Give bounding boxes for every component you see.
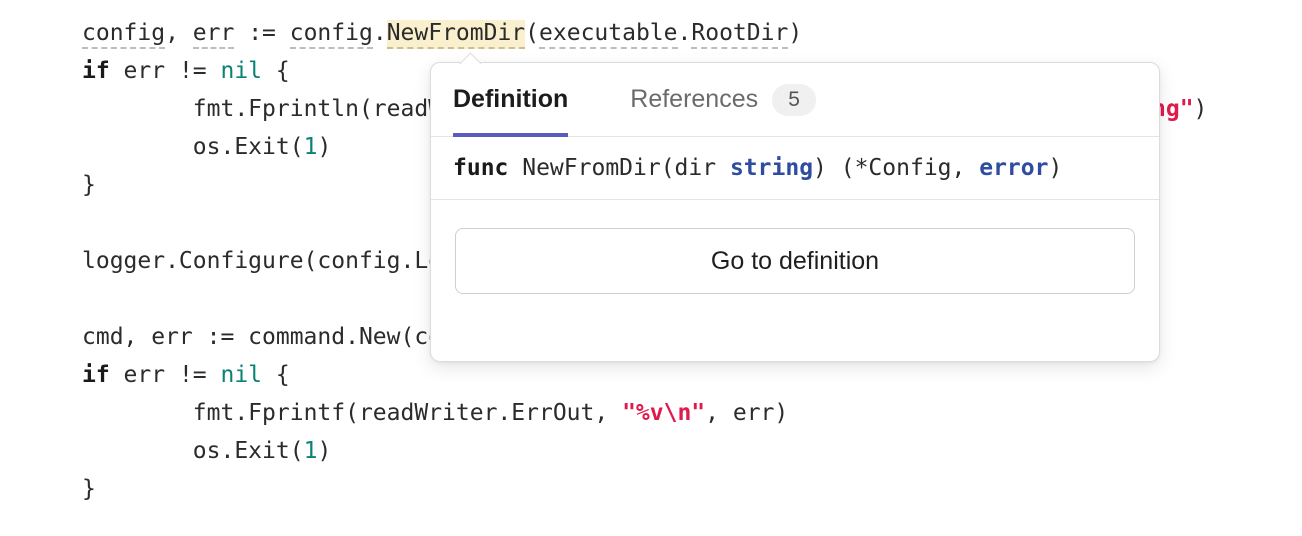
code-number: 1: [304, 438, 318, 464]
definition-popup[interactable]: Definition References 5 func NewFromDir(…: [430, 62, 1160, 362]
function-signature: func NewFromDir(dir string ) (*Config, e…: [431, 137, 1159, 200]
code-string: "%v\n": [622, 400, 705, 426]
code-line: if err != nil {: [82, 52, 290, 90]
code-text: .: [373, 20, 387, 46]
code-text: ): [317, 438, 331, 464]
code-text: os.Exit(: [193, 438, 304, 464]
code-text: .: [678, 20, 692, 46]
popup-actions: Go to definition: [431, 200, 1159, 322]
code-symbol-link[interactable]: err: [193, 20, 235, 49]
code-text: err !=: [110, 362, 221, 388]
code-text: }: [82, 172, 96, 198]
code-text: :=: [234, 20, 289, 46]
code-line: os.Exit(1): [193, 432, 332, 470]
code-text: ): [788, 20, 802, 46]
code-text: os.Exit(: [193, 134, 304, 160]
code-symbol-link[interactable]: RootDir: [691, 20, 788, 49]
code-symbol-active[interactable]: NewFromDir: [387, 20, 525, 49]
signature-name: NewFromDir(dir: [508, 155, 730, 181]
signature-param-type: string: [730, 155, 813, 181]
tab-references-label: References: [630, 85, 758, 114]
code-text: {: [262, 362, 290, 388]
code-text: ): [317, 134, 331, 160]
code-line: }: [82, 470, 96, 508]
signature-close-paren: ): [1048, 155, 1062, 181]
popup-tab-bar: Definition References 5: [431, 63, 1159, 137]
code-line: }: [82, 166, 96, 204]
code-line: config, err := config.NewFromDir(executa…: [82, 14, 802, 52]
code-symbol-link[interactable]: config: [290, 20, 373, 49]
code-line: fmt.Fprintf(readWriter.ErrOut, "%v\n", e…: [193, 394, 788, 432]
go-to-definition-button[interactable]: Go to definition: [455, 228, 1135, 294]
signature-middle: ) (*Config,: [813, 155, 979, 181]
tab-definition-label: Definition: [453, 85, 568, 114]
code-text: {: [262, 58, 290, 84]
code-text: err !=: [110, 58, 221, 84]
code-text: }: [82, 476, 96, 502]
code-number: 1: [304, 134, 318, 160]
signature-keyword: func: [453, 155, 508, 181]
code-constant: nil: [220, 58, 262, 84]
code-symbol-link[interactable]: executable: [539, 20, 677, 49]
code-constant: nil: [220, 362, 262, 388]
signature-return-type: error: [979, 155, 1048, 181]
code-text: fmt.Fprintf(readWriter.ErrOut,: [193, 400, 622, 426]
references-count-badge: 5: [772, 84, 816, 116]
code-text: ,: [165, 20, 193, 46]
code-text: (: [525, 20, 539, 46]
tab-references[interactable]: References 5: [630, 63, 816, 137]
code-symbol-link[interactable]: config: [82, 20, 165, 49]
go-to-definition-label: Go to definition: [711, 247, 879, 276]
code-keyword: if: [82, 58, 110, 84]
code-string-fragment: ng"): [1152, 90, 1207, 128]
code-text: , err): [705, 400, 788, 426]
code-line: os.Exit(1): [193, 128, 332, 166]
code-line: if err != nil {: [82, 356, 290, 394]
tab-definition[interactable]: Definition: [453, 63, 594, 137]
code-keyword: if: [82, 362, 110, 388]
